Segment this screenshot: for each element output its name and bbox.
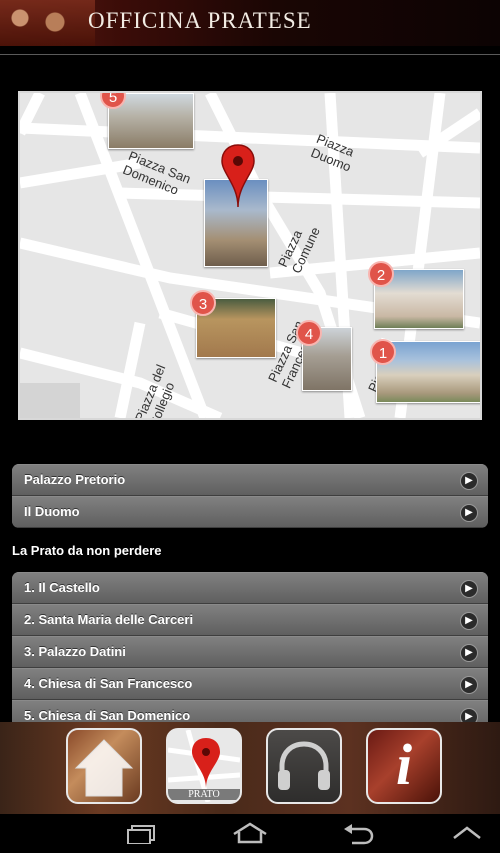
section-title: La Prato da non perdere bbox=[12, 543, 162, 558]
list-item-label: Il Duomo bbox=[24, 504, 80, 519]
recent-apps-icon[interactable] bbox=[126, 824, 158, 844]
map-button-caption: PRATO bbox=[168, 789, 240, 800]
list-item-label: Palazzo Pretorio bbox=[24, 472, 126, 487]
home-button[interactable] bbox=[66, 728, 142, 804]
back-icon[interactable] bbox=[342, 823, 374, 845]
map-button[interactable]: PRATO bbox=[166, 728, 242, 804]
location-pin-icon[interactable] bbox=[220, 143, 256, 209]
list-item-label: 4. Chiesa di San Francesco bbox=[24, 676, 193, 691]
map-marker-3[interactable]: 3 bbox=[190, 290, 216, 316]
bottom-toolbar: PRATO i bbox=[0, 722, 500, 814]
up-icon[interactable] bbox=[452, 826, 482, 840]
chevron-right-icon: ▶ bbox=[461, 677, 477, 693]
headphones-icon bbox=[278, 741, 330, 790]
main-places-list: Palazzo Pretorio ▶ Il Duomo ▶ bbox=[12, 464, 488, 528]
list-item[interactable]: 3. Palazzo Datini ▶ bbox=[12, 636, 488, 668]
list-item[interactable]: 4. Chiesa di San Francesco ▶ bbox=[12, 668, 488, 700]
map-marker-2[interactable]: 2 bbox=[368, 261, 394, 287]
list-item[interactable]: 2. Santa Maria delle Carceri ▶ bbox=[12, 604, 488, 636]
app-header: OFFICINA PRATESE bbox=[0, 0, 500, 46]
chevron-right-icon: ▶ bbox=[461, 581, 477, 597]
list-item[interactable]: Il Duomo ▶ bbox=[12, 496, 488, 528]
list-item-label: 2. Santa Maria delle Carceri bbox=[24, 612, 194, 627]
header-fresco-image bbox=[0, 0, 95, 46]
chevron-right-icon: ▶ bbox=[461, 645, 477, 661]
info-icon: i bbox=[395, 732, 413, 797]
must-see-list: 1. Il Castello ▶ 2. Santa Maria delle Ca… bbox=[12, 572, 488, 732]
home-icon bbox=[74, 739, 134, 797]
audio-guide-button[interactable] bbox=[266, 728, 342, 804]
map-marker-1[interactable]: 1 bbox=[370, 339, 396, 365]
city-map[interactable]: Piazza San Domenico Piazza Duomo Piazza … bbox=[18, 91, 482, 420]
list-item[interactable]: Palazzo Pretorio ▶ bbox=[12, 464, 488, 496]
chevron-right-icon: ▶ bbox=[461, 613, 477, 629]
chevron-right-icon: ▶ bbox=[461, 473, 477, 489]
app-title: OFFICINA PRATESE bbox=[88, 8, 312, 33]
list-item-label: 3. Palazzo Datini bbox=[24, 644, 126, 659]
list-item-label: 5. Chiesa di San Domenico bbox=[24, 708, 191, 723]
map-marker-4[interactable]: 4 bbox=[296, 320, 322, 346]
system-navigation-bar bbox=[0, 814, 500, 853]
home-icon[interactable] bbox=[232, 822, 268, 844]
chevron-right-icon: ▶ bbox=[461, 505, 477, 521]
info-button[interactable]: i bbox=[366, 728, 442, 804]
list-item-label: 1. Il Castello bbox=[24, 580, 100, 595]
header-divider bbox=[0, 54, 500, 55]
list-item[interactable]: 1. Il Castello ▶ bbox=[12, 572, 488, 604]
